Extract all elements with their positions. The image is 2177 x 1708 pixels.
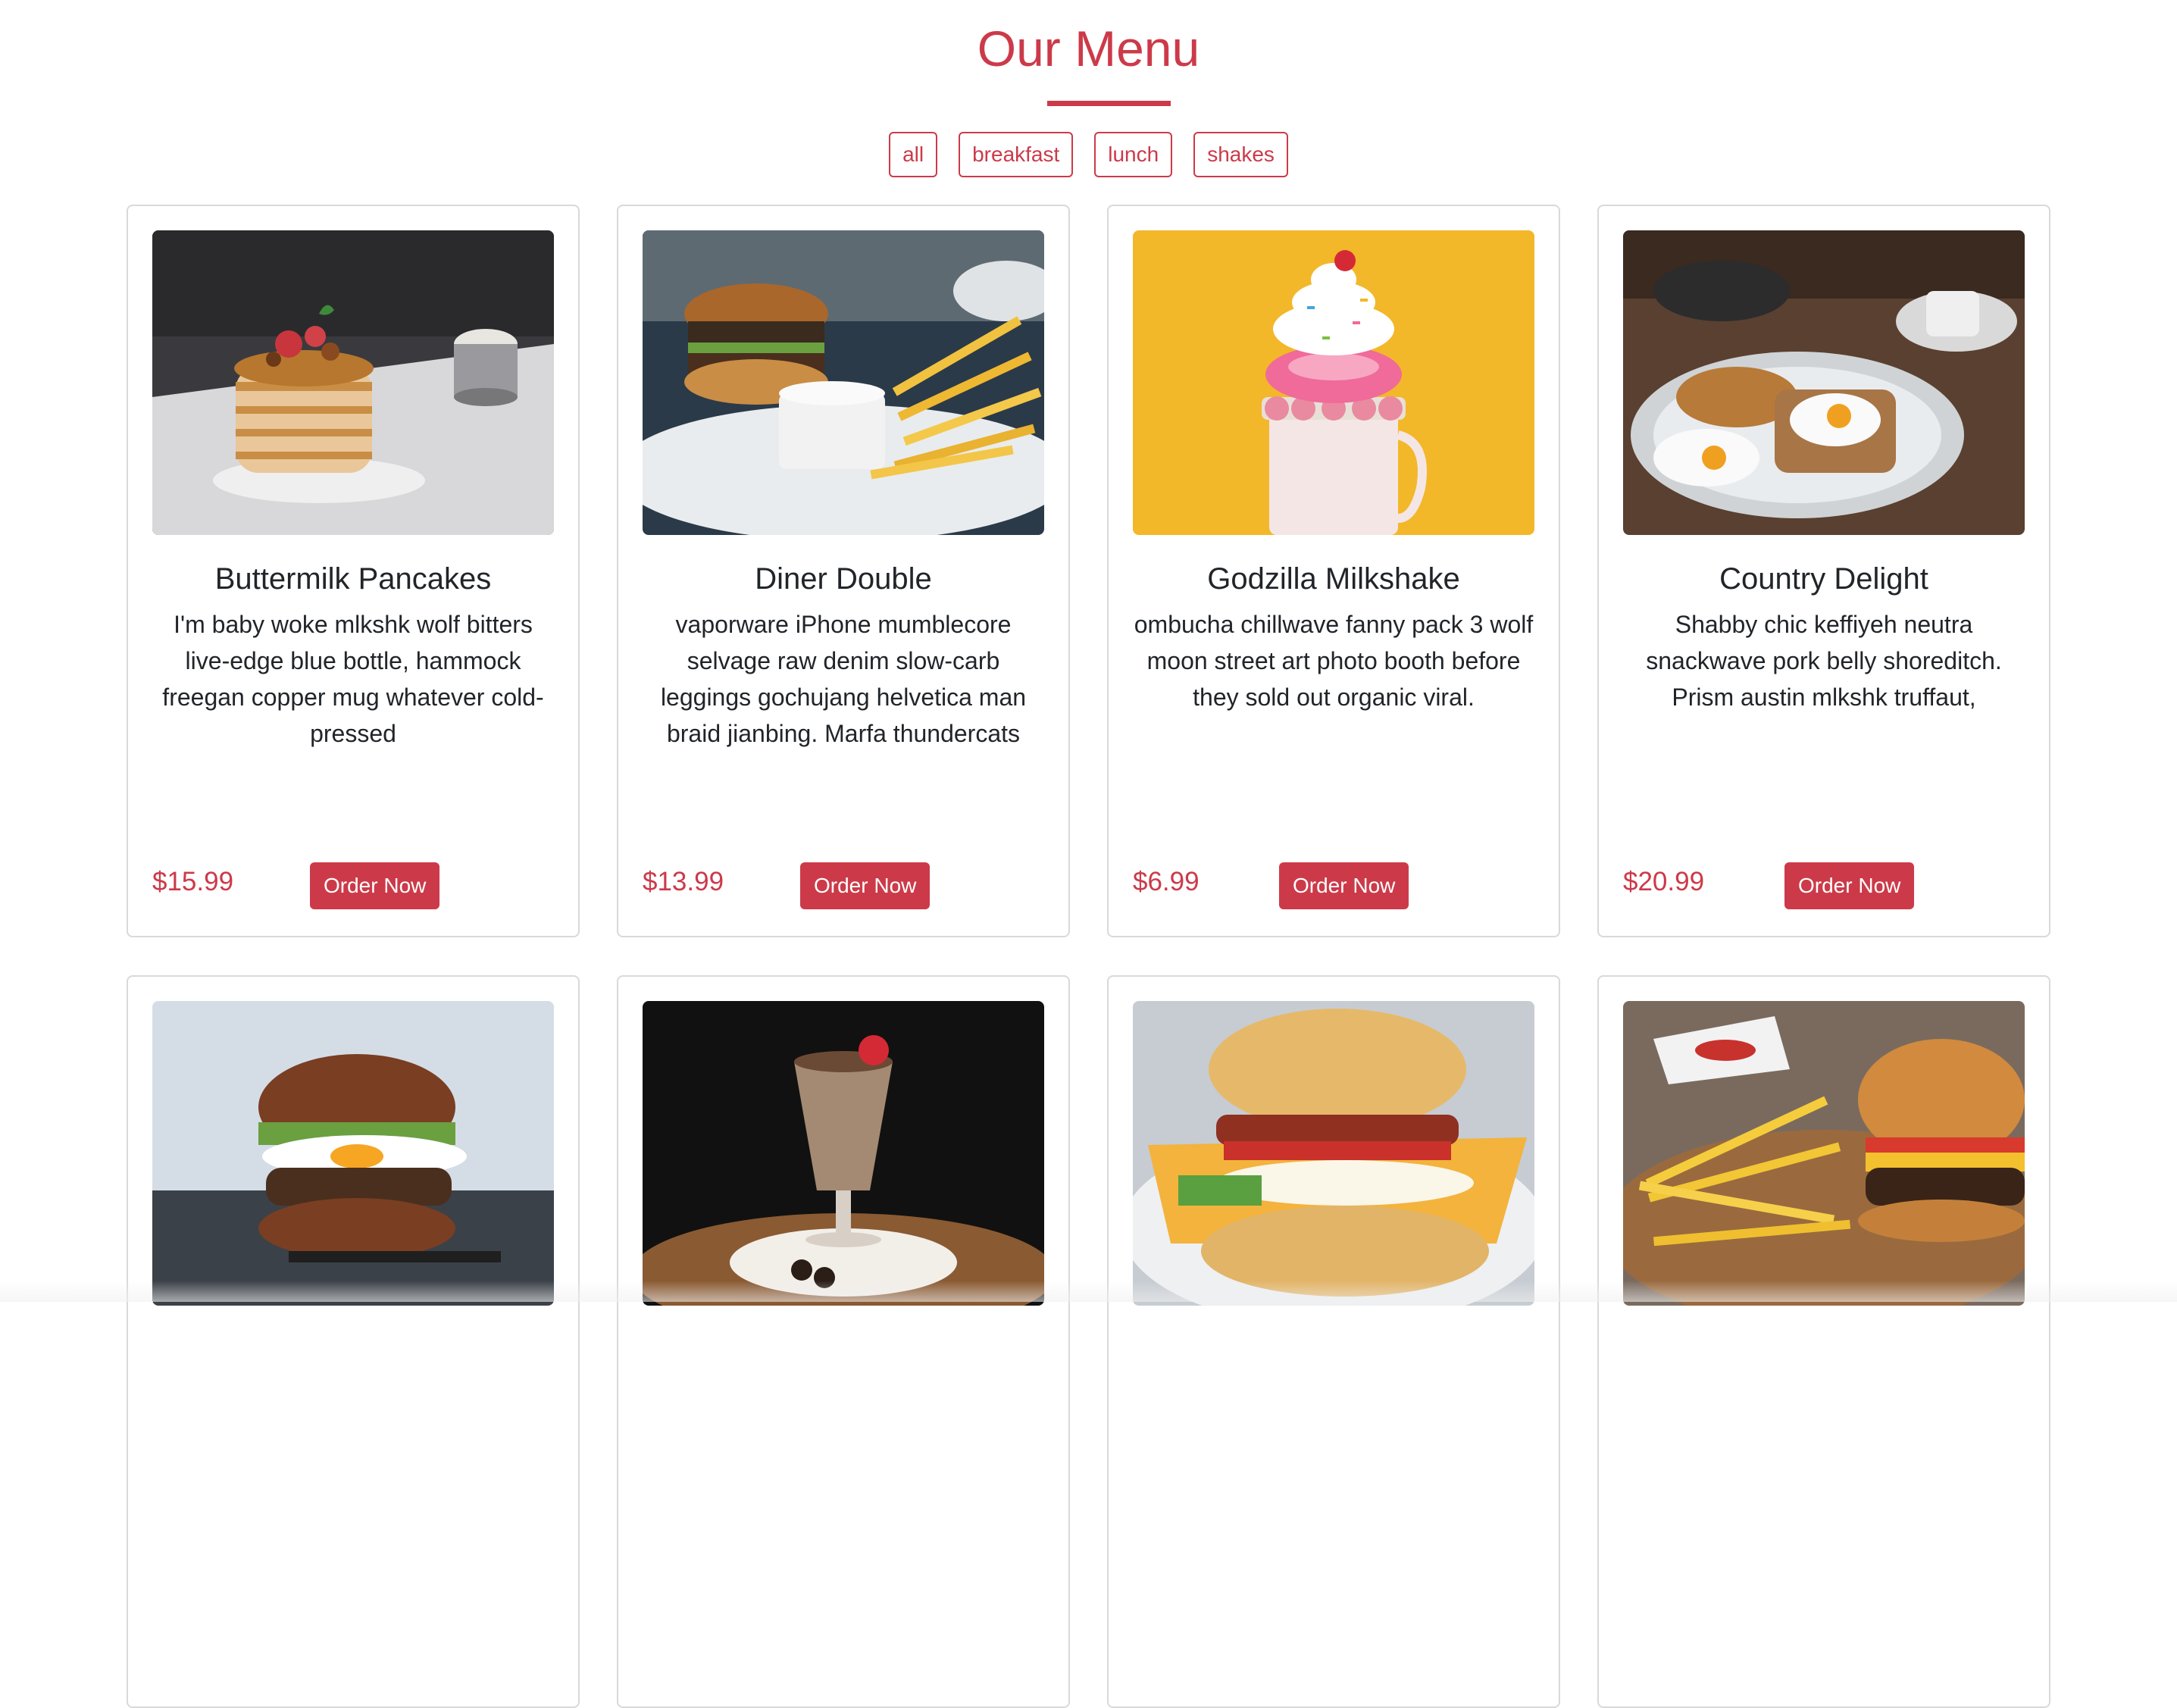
burger-fries-photo <box>643 230 1044 535</box>
card-description: ombucha chillwave fanny pack 3 wolf moon… <box>1134 611 1534 711</box>
eggs-toast-photo <box>1623 230 2025 535</box>
order-now-button[interactable]: Order Now <box>1784 862 1915 909</box>
card-description: I'm baby woke mlkshk wolf bitters live-e… <box>162 611 544 747</box>
card-title: Country Delight <box>1719 562 1928 596</box>
bacon-biscuit-photo <box>1133 1001 1534 1306</box>
burger-fries-board-photo <box>1623 1001 2025 1306</box>
menu-card: Buttermilk Pancakes I'm baby woke mlkshk… <box>127 205 580 937</box>
chocolate-shake-photo <box>643 1001 1044 1306</box>
price: $20.99 <box>1623 867 1705 896</box>
title-underline <box>1047 101 1171 106</box>
price: $15.99 <box>152 867 234 896</box>
menu-grid: Buttermilk Pancakes I'm baby woke mlkshk… <box>127 205 2051 1708</box>
menu-card: Country Delight Shabby chic keffiyeh neu… <box>1597 205 2050 937</box>
price: $13.99 <box>643 867 724 896</box>
order-now-button[interactable]: Order Now <box>1279 862 1409 909</box>
milkshake-photo <box>1133 230 1534 535</box>
menu-card <box>617 975 1070 1708</box>
card-title: Godzilla Milkshake <box>1207 562 1460 596</box>
filter-all-button[interactable]: all <box>889 132 938 177</box>
menu-card <box>1107 975 1560 1708</box>
card-title: Buttermilk Pancakes <box>214 562 492 596</box>
menu-card <box>127 975 580 1708</box>
order-now-button[interactable]: Order Now <box>800 862 931 909</box>
menu-card: Diner Double vaporware iPhone mumblecore… <box>617 205 1070 937</box>
order-now-button[interactable]: Order Now <box>310 862 440 909</box>
filter-shakes-button[interactable]: shakes <box>1193 132 1288 177</box>
egg-burger-photo <box>152 1001 554 1306</box>
menu-page: Our Menu all breakfast lunch shakes Butt… <box>0 0 2177 1708</box>
page-title: Our Menu <box>977 20 1200 77</box>
price: $6.99 <box>1133 867 1200 896</box>
menu-card <box>1597 975 2050 1708</box>
card-title: Diner Double <box>755 562 932 596</box>
filter-breakfast-button[interactable]: breakfast <box>959 132 1074 177</box>
card-description: vaporware iPhone mumblecore selvage raw … <box>660 611 1027 747</box>
category-filters: all breakfast lunch shakes <box>0 132 2177 179</box>
pancakes-photo <box>152 230 554 535</box>
menu-card: Godzilla Milkshake ombucha chillwave fan… <box>1107 205 1560 937</box>
card-description: Shabby chic keffiyeh neutra snackwave po… <box>1646 611 2002 711</box>
filter-lunch-button[interactable]: lunch <box>1094 132 1173 177</box>
